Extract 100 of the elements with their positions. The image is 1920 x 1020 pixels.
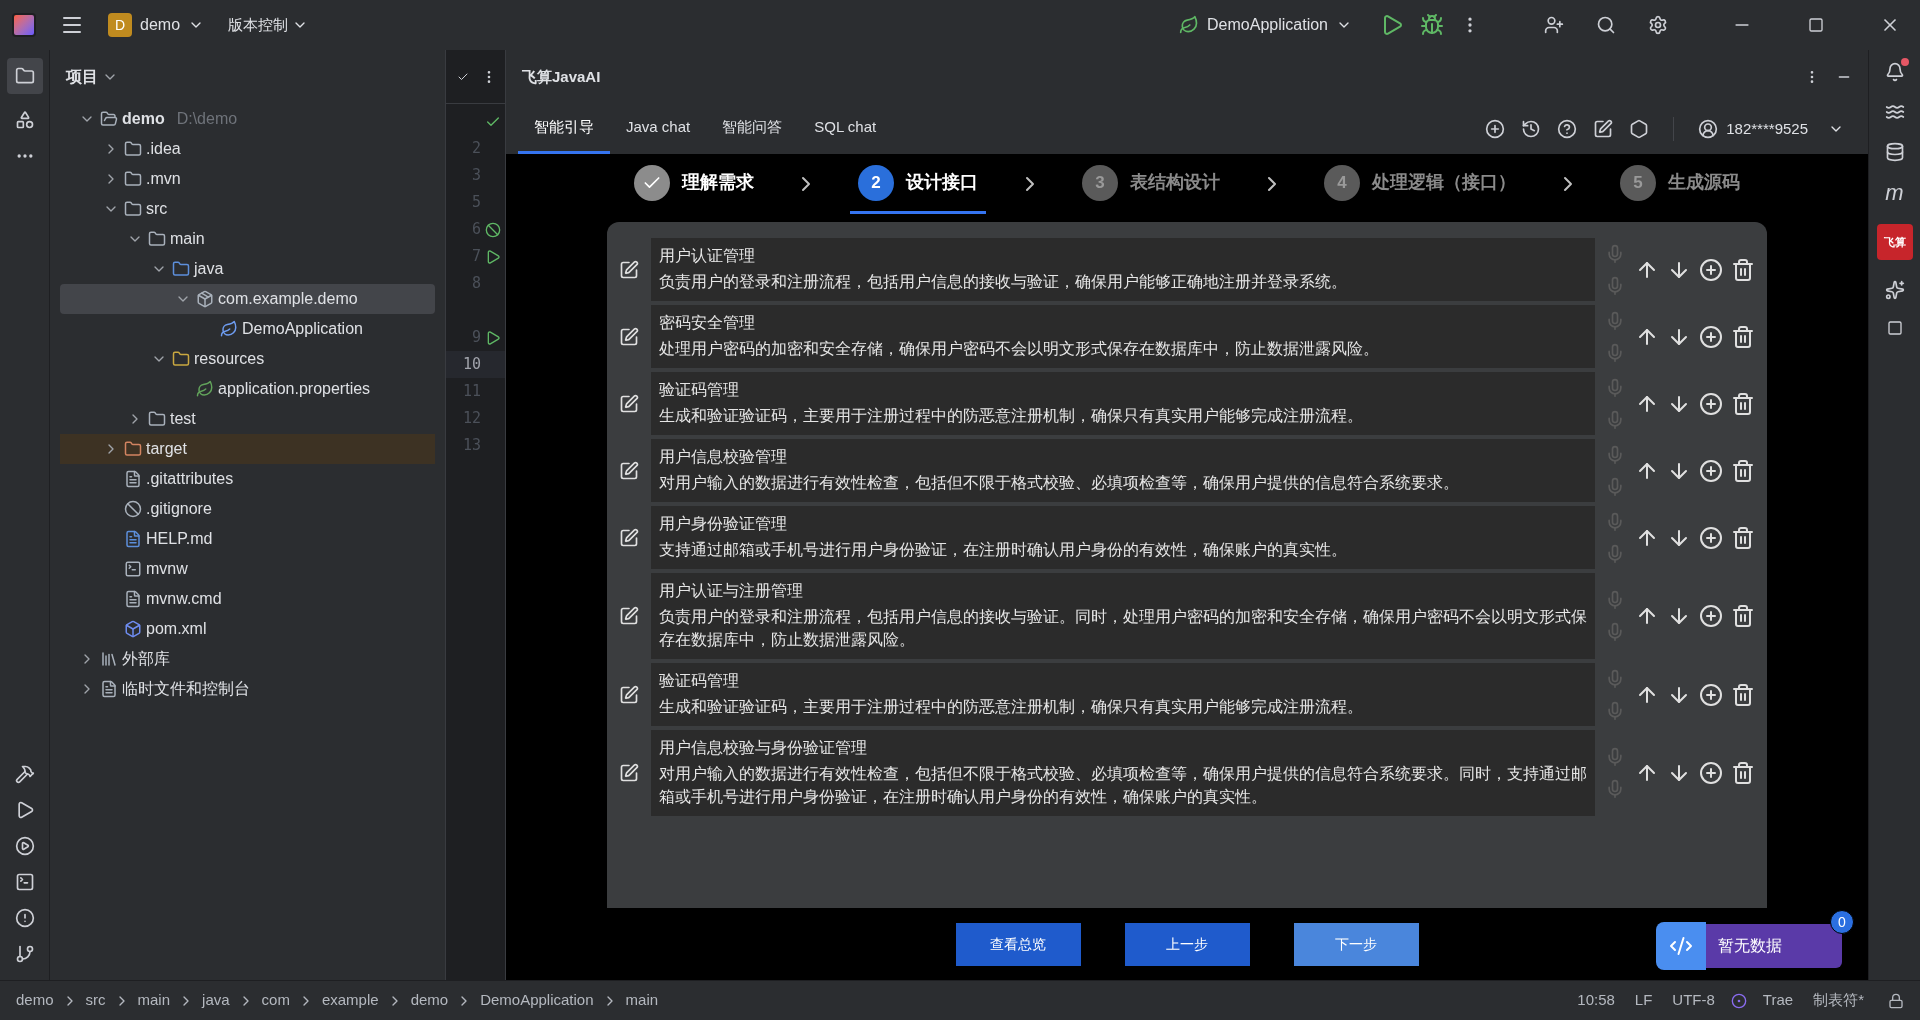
add-icon[interactable]	[1699, 391, 1723, 416]
lock-icon[interactable]	[1888, 992, 1904, 1009]
plugin-tab[interactable]: 智能问答	[706, 104, 799, 154]
edit-icon[interactable]	[619, 606, 639, 626]
terminal-icon[interactable]	[14, 872, 35, 892]
search-icon[interactable]	[1596, 15, 1616, 35]
edit-icon[interactable]	[619, 460, 639, 481]
edit-icon[interactable]	[619, 393, 639, 414]
delete-icon[interactable]	[1731, 761, 1755, 785]
tree-item[interactable]: .gitattributes	[60, 464, 435, 494]
step-label: 生成源码	[1668, 171, 1740, 194]
delete-icon[interactable]	[1731, 458, 1755, 483]
run-icon[interactable]	[485, 329, 501, 346]
breadcrumb[interactable]: java	[202, 989, 230, 1012]
add-user-icon[interactable]	[1544, 15, 1564, 35]
project-tool-button[interactable]	[6, 58, 43, 94]
trae-status[interactable]: Trae	[1762, 989, 1794, 1012]
step-button[interactable]: 上一步	[1124, 922, 1250, 966]
breadcrumb[interactable]: DemoApplication	[480, 989, 594, 1012]
git-icon[interactable]	[14, 944, 35, 964]
line-ending[interactable]: LF	[1634, 989, 1653, 1012]
sparkle-icon[interactable]	[1884, 280, 1905, 300]
app-logo-icon	[12, 13, 36, 37]
delete-icon[interactable]	[1731, 324, 1755, 349]
plugin-tab[interactable]: 智能引导	[518, 104, 610, 154]
edit-icon[interactable]	[619, 326, 639, 347]
plugin-tab[interactable]: SQL chat	[798, 104, 893, 154]
edit-icon[interactable]	[619, 527, 639, 548]
restore-icon[interactable]	[1808, 17, 1824, 33]
panel-icon[interactable]	[1886, 320, 1903, 336]
problems-icon[interactable]	[14, 908, 35, 928]
tree-item[interactable]: application.properties	[60, 374, 435, 404]
tree-item[interactable]: main	[60, 224, 435, 254]
add-icon[interactable]	[1485, 119, 1506, 139]
add-icon[interactable]	[1699, 604, 1723, 628]
edit-icon[interactable]	[619, 259, 639, 280]
tree-item[interactable]: 临时文件和控制台	[60, 674, 435, 704]
step-button[interactable]: 下一步	[1293, 922, 1419, 966]
tree-item[interactable]: java	[60, 254, 435, 284]
class-icon	[220, 320, 238, 338]
breadcrumb[interactable]: demo	[410, 989, 449, 1012]
breadcrumb[interactable]: example	[321, 989, 379, 1012]
build-icon[interactable]	[14, 764, 35, 784]
project-switcher[interactable]: D demo	[108, 13, 205, 37]
database-icon[interactable]	[1884, 142, 1905, 162]
tree-item[interactable]: DemoApplication	[60, 314, 435, 344]
edit-icon[interactable]	[1593, 119, 1614, 139]
step-button[interactable]: 查看总览	[955, 922, 1081, 966]
breadcrumb[interactable]: main	[137, 989, 171, 1012]
maven-icon[interactable]: m	[1885, 182, 1904, 204]
add-icon[interactable]	[1699, 525, 1723, 550]
account-menu[interactable]: 182****9525	[1698, 117, 1844, 141]
file-encoding[interactable]: UTF-8	[1672, 989, 1715, 1012]
caret-position[interactable]: 10:58	[1577, 989, 1615, 1012]
debug-icon[interactable]	[1420, 13, 1444, 37]
tree-item[interactable]: com.example.demo	[60, 284, 435, 314]
delete-icon[interactable]	[1731, 525, 1755, 550]
vcs-menu[interactable]: 版本控制	[228, 13, 309, 37]
plugin-logo[interactable]: 飞算	[1876, 224, 1913, 260]
tree-item[interactable]: .gitignore	[60, 494, 435, 524]
code-button[interactable]	[1656, 922, 1706, 970]
tree-item[interactable]: 外部库	[60, 644, 435, 674]
delete-icon[interactable]	[1731, 604, 1755, 628]
run-config-selector[interactable]: DemoApplication	[1179, 13, 1352, 37]
help-icon[interactable]	[1557, 119, 1578, 139]
tree-item[interactable]: .idea	[60, 134, 435, 164]
breadcrumb[interactable]: demo	[16, 989, 54, 1012]
edit-icon[interactable]	[619, 684, 639, 705]
tree-item[interactable]: mvnw	[60, 554, 435, 584]
add-icon[interactable]	[1699, 257, 1723, 282]
tree-label: 临时文件和控制台	[122, 679, 250, 699]
edit-icon[interactable]	[619, 763, 639, 783]
add-icon[interactable]	[1699, 761, 1723, 785]
tree-item[interactable]: src	[60, 194, 435, 224]
notifications-icon[interactable]	[1884, 62, 1905, 82]
plugin-status-icon[interactable]	[1730, 992, 1747, 1009]
services-icon[interactable]	[14, 836, 35, 856]
add-icon[interactable]	[1699, 682, 1723, 707]
breadcrumb[interactable]: main	[625, 989, 659, 1012]
tree-item[interactable]: demo D:\demo	[60, 104, 435, 134]
history-icon[interactable]	[1521, 119, 1542, 139]
delete-icon[interactable]	[1731, 682, 1755, 707]
structure-icon[interactable]	[14, 110, 35, 130]
run-icon[interactable]	[485, 248, 501, 265]
tree-item[interactable]: HELP.md	[60, 524, 435, 554]
tree-item[interactable]: pom.xml	[60, 614, 435, 644]
tree-item[interactable]: test	[60, 404, 435, 434]
tree-item[interactable]: resources	[60, 344, 435, 374]
delete-icon[interactable]	[1731, 391, 1755, 416]
plugin-tab[interactable]: Java chat	[610, 104, 707, 154]
tree-item[interactable]: mvnw.cmd	[60, 584, 435, 614]
delete-icon[interactable]	[1731, 257, 1755, 282]
breadcrumb[interactable]: com	[261, 989, 290, 1012]
tree-item[interactable]: target	[60, 434, 435, 464]
tree-item[interactable]: .mvn	[60, 164, 435, 194]
breadcrumb[interactable]: src	[85, 989, 106, 1012]
interface-title: 用户信息校验与身份验证管理	[659, 738, 868, 758]
add-icon[interactable]	[1699, 458, 1723, 483]
add-icon[interactable]	[1699, 324, 1723, 349]
indent-setting[interactable]: 制表符*	[1813, 989, 1864, 1012]
